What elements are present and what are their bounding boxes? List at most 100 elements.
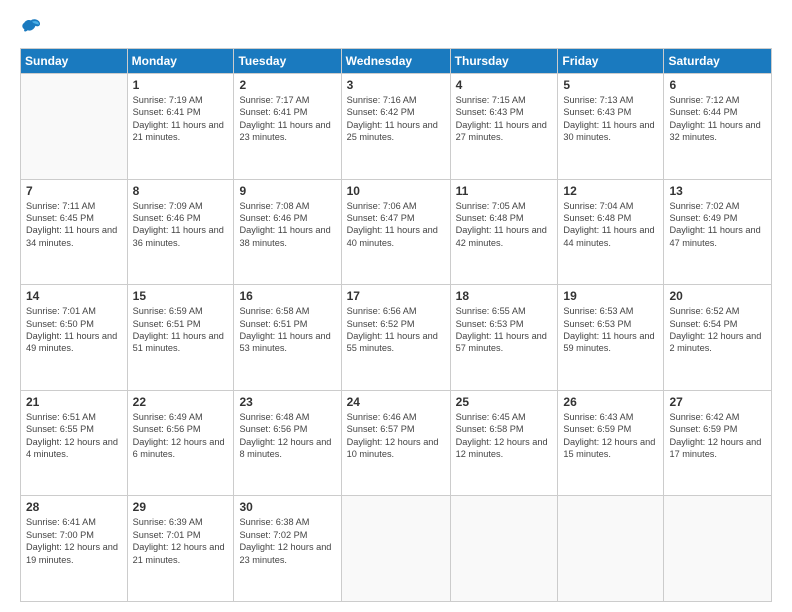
day-info: Sunrise: 6:46 AM Sunset: 6:57 PM Dayligh… bbox=[347, 411, 445, 461]
day-number: 7 bbox=[26, 184, 122, 198]
calendar-cell: 19Sunrise: 6:53 AM Sunset: 6:53 PM Dayli… bbox=[558, 285, 664, 391]
day-number: 18 bbox=[456, 289, 553, 303]
day-number: 15 bbox=[133, 289, 229, 303]
weekday-header: Tuesday bbox=[234, 49, 341, 74]
day-info: Sunrise: 6:58 AM Sunset: 6:51 PM Dayligh… bbox=[239, 305, 335, 355]
calendar-cell: 30 Sunrise: 6:38 AM Sunset: 7:02 PM Dayli… bbox=[234, 496, 341, 602]
day-number: 1 bbox=[133, 78, 229, 92]
calendar-cell: 25Sunrise: 6:45 AM Sunset: 6:58 PM Dayli… bbox=[450, 390, 558, 496]
calendar-cell: 29Sunrise: 6:39 AM Sunset: 7:01 PM Dayli… bbox=[127, 496, 234, 602]
day-info: Sunrise: 7:08 AM Sunset: 6:46 PM Dayligh… bbox=[239, 200, 335, 250]
calendar-cell: 17Sunrise: 6:56 AM Sunset: 6:52 PM Dayli… bbox=[341, 285, 450, 391]
calendar-cell: 10 Sunrise: 7:06 AM Sunset: 6:47 PM Dayli… bbox=[341, 179, 450, 285]
day-number: 14 bbox=[26, 289, 122, 303]
weekday-header: Friday bbox=[558, 49, 664, 74]
calendar-cell: 22 Sunrise: 6:49 AM Sunset: 6:56 PM Dayli… bbox=[127, 390, 234, 496]
calendar-cell bbox=[341, 496, 450, 602]
day-number: 29 bbox=[133, 500, 229, 514]
day-number: 8 bbox=[133, 184, 229, 198]
calendar-cell: 23 Sunrise: 6:48 AM Sunset: 6:56 PM Dayli… bbox=[234, 390, 341, 496]
day-info: Sunrise: 7:02 AM Sunset: 6:49 PM Dayligh… bbox=[669, 200, 766, 250]
day-info: Sunrise: 7:09 AM Sunset: 6:46 PM Dayligh… bbox=[133, 200, 229, 250]
day-info: Sunrise: 6:45 AM Sunset: 6:58 PM Dayligh… bbox=[456, 411, 553, 461]
day-info: Sunrise: 6:49 AM Sunset: 6:56 PM Dayligh… bbox=[133, 411, 229, 461]
day-number: 4 bbox=[456, 78, 553, 92]
day-info: Sunrise: 7:04 AM Sunset: 6:48 PM Dayligh… bbox=[563, 200, 658, 250]
calendar-cell: 21Sunrise: 6:51 AM Sunset: 6:55 PM Dayli… bbox=[21, 390, 128, 496]
calendar-cell: 2 Sunrise: 7:17 AM Sunset: 6:41 PM Daylig… bbox=[234, 74, 341, 180]
calendar-cell bbox=[21, 74, 128, 180]
calendar-cell: 13 Sunrise: 7:02 AM Sunset: 6:49 PM Dayli… bbox=[664, 179, 772, 285]
calendar-cell: 15 Sunrise: 6:59 AM Sunset: 6:51 PM Dayli… bbox=[127, 285, 234, 391]
calendar-cell: 9 Sunrise: 7:08 AM Sunset: 6:46 PM Daylig… bbox=[234, 179, 341, 285]
day-number: 23 bbox=[239, 395, 335, 409]
calendar-cell: 18 Sunrise: 6:55 AM Sunset: 6:53 PM Dayli… bbox=[450, 285, 558, 391]
day-number: 2 bbox=[239, 78, 335, 92]
day-info: Sunrise: 7:13 AM Sunset: 6:43 PM Dayligh… bbox=[563, 94, 658, 144]
day-info: Sunrise: 6:59 AM Sunset: 6:51 PM Dayligh… bbox=[133, 305, 229, 355]
day-info: Sunrise: 7:11 AM Sunset: 6:45 PM Dayligh… bbox=[26, 200, 122, 250]
calendar-week-row: 1 Sunrise: 7:19 AM Sunset: 6:41 PM Daylig… bbox=[21, 74, 772, 180]
day-number: 6 bbox=[669, 78, 766, 92]
day-info: Sunrise: 6:43 AM Sunset: 6:59 PM Dayligh… bbox=[563, 411, 658, 461]
day-info: Sunrise: 7:05 AM Sunset: 6:48 PM Dayligh… bbox=[456, 200, 553, 250]
calendar-cell: 28 Sunrise: 6:41 AM Sunset: 7:00 PM Dayli… bbox=[21, 496, 128, 602]
day-number: 30 bbox=[239, 500, 335, 514]
day-info: Sunrise: 6:52 AM Sunset: 6:54 PM Dayligh… bbox=[669, 305, 766, 355]
calendar-cell: 11 Sunrise: 7:05 AM Sunset: 6:48 PM Dayli… bbox=[450, 179, 558, 285]
calendar-week-row: 14 Sunrise: 7:01 AM Sunset: 6:50 PM Dayli… bbox=[21, 285, 772, 391]
calendar-cell bbox=[558, 496, 664, 602]
day-info: Sunrise: 6:38 AM Sunset: 7:02 PM Dayligh… bbox=[239, 516, 335, 566]
day-info: Sunrise: 7:06 AM Sunset: 6:47 PM Dayligh… bbox=[347, 200, 445, 250]
day-info: Sunrise: 6:51 AM Sunset: 6:55 PM Dayligh… bbox=[26, 411, 122, 461]
day-info: Sunrise: 7:16 AM Sunset: 6:42 PM Dayligh… bbox=[347, 94, 445, 144]
day-number: 17 bbox=[347, 289, 445, 303]
calendar-cell: 12 Sunrise: 7:04 AM Sunset: 6:48 PM Dayli… bbox=[558, 179, 664, 285]
day-number: 5 bbox=[563, 78, 658, 92]
page: SundayMondayTuesdayWednesdayThursdayFrid… bbox=[0, 0, 792, 612]
day-info: Sunrise: 7:15 AM Sunset: 6:43 PM Dayligh… bbox=[456, 94, 553, 144]
calendar-cell: 4 Sunrise: 7:15 AM Sunset: 6:43 PM Daylig… bbox=[450, 74, 558, 180]
weekday-header: Saturday bbox=[664, 49, 772, 74]
day-info: Sunrise: 7:19 AM Sunset: 6:41 PM Dayligh… bbox=[133, 94, 229, 144]
calendar-cell: 3 Sunrise: 7:16 AM Sunset: 6:42 PM Daylig… bbox=[341, 74, 450, 180]
calendar-cell bbox=[450, 496, 558, 602]
day-number: 27 bbox=[669, 395, 766, 409]
day-info: Sunrise: 7:17 AM Sunset: 6:41 PM Dayligh… bbox=[239, 94, 335, 144]
day-info: Sunrise: 6:48 AM Sunset: 6:56 PM Dayligh… bbox=[239, 411, 335, 461]
day-number: 10 bbox=[347, 184, 445, 198]
calendar-cell: 26 Sunrise: 6:43 AM Sunset: 6:59 PM Dayli… bbox=[558, 390, 664, 496]
logo bbox=[20, 16, 46, 38]
calendar-cell: 16Sunrise: 6:58 AM Sunset: 6:51 PM Dayli… bbox=[234, 285, 341, 391]
day-number: 3 bbox=[347, 78, 445, 92]
day-number: 12 bbox=[563, 184, 658, 198]
day-number: 20 bbox=[669, 289, 766, 303]
weekday-header: Monday bbox=[127, 49, 234, 74]
calendar-cell: 1 Sunrise: 7:19 AM Sunset: 6:41 PM Daylig… bbox=[127, 74, 234, 180]
day-info: Sunrise: 7:12 AM Sunset: 6:44 PM Dayligh… bbox=[669, 94, 766, 144]
day-number: 26 bbox=[563, 395, 658, 409]
day-number: 11 bbox=[456, 184, 553, 198]
logo-bird-icon bbox=[20, 16, 42, 38]
calendar-week-row: 7 Sunrise: 7:11 AM Sunset: 6:45 PM Daylig… bbox=[21, 179, 772, 285]
day-info: Sunrise: 6:42 AM Sunset: 6:59 PM Dayligh… bbox=[669, 411, 766, 461]
day-number: 22 bbox=[133, 395, 229, 409]
calendar-header-row: SundayMondayTuesdayWednesdayThursdayFrid… bbox=[21, 49, 772, 74]
day-info: Sunrise: 7:01 AM Sunset: 6:50 PM Dayligh… bbox=[26, 305, 122, 355]
day-info: Sunrise: 6:41 AM Sunset: 7:00 PM Dayligh… bbox=[26, 516, 122, 566]
calendar-cell: 6 Sunrise: 7:12 AM Sunset: 6:44 PM Daylig… bbox=[664, 74, 772, 180]
weekday-header: Wednesday bbox=[341, 49, 450, 74]
day-number: 24 bbox=[347, 395, 445, 409]
day-number: 13 bbox=[669, 184, 766, 198]
calendar-cell bbox=[664, 496, 772, 602]
weekday-header: Sunday bbox=[21, 49, 128, 74]
calendar-cell: 27 Sunrise: 6:42 AM Sunset: 6:59 PM Dayli… bbox=[664, 390, 772, 496]
calendar-cell: 5 Sunrise: 7:13 AM Sunset: 6:43 PM Daylig… bbox=[558, 74, 664, 180]
calendar-cell: 14 Sunrise: 7:01 AM Sunset: 6:50 PM Dayli… bbox=[21, 285, 128, 391]
day-info: Sunrise: 6:55 AM Sunset: 6:53 PM Dayligh… bbox=[456, 305, 553, 355]
day-number: 28 bbox=[26, 500, 122, 514]
calendar-cell: 8 Sunrise: 7:09 AM Sunset: 6:46 PM Daylig… bbox=[127, 179, 234, 285]
calendar-week-row: 28 Sunrise: 6:41 AM Sunset: 7:00 PM Dayli… bbox=[21, 496, 772, 602]
calendar-cell: 24 Sunrise: 6:46 AM Sunset: 6:57 PM Dayli… bbox=[341, 390, 450, 496]
day-number: 9 bbox=[239, 184, 335, 198]
